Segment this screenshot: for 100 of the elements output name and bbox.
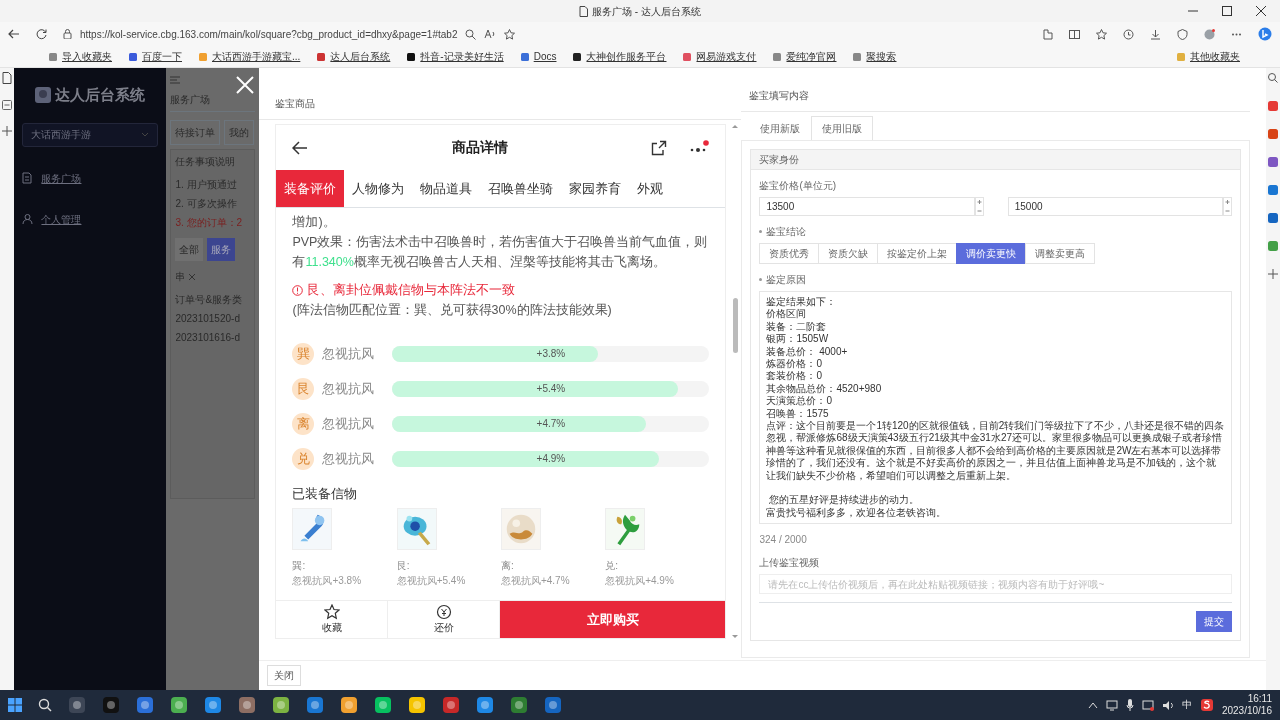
tab[interactable]: 使用新版 — [749, 116, 812, 141]
bookmark-link[interactable]: 聚搜索 — [852, 49, 897, 64]
share-icon[interactable] — [651, 139, 668, 156]
network-icon[interactable] — [1105, 699, 1118, 711]
tab[interactable]: 家园养育 — [561, 170, 630, 207]
app-icon[interactable] — [374, 696, 392, 714]
input-language[interactable]: 中 — [1181, 699, 1192, 711]
tab-icon[interactable] — [2, 100, 13, 110]
download-icon[interactable] — [1150, 28, 1161, 40]
option-button[interactable]: 资质欠缺 — [818, 243, 879, 264]
reason-field[interactable] — [759, 291, 1232, 525]
app-icon[interactable] — [272, 696, 290, 714]
app-icon[interactable] — [476, 696, 494, 714]
bookmark-icon — [1176, 51, 1186, 62]
app-icon[interactable] — [136, 696, 154, 714]
document-icon — [22, 172, 34, 184]
reason-line: 银两：1505W — [766, 333, 830, 346]
submit-button[interactable]: 提交 — [1196, 611, 1232, 633]
app-icon[interactable] — [170, 696, 188, 714]
app-icon[interactable] — [442, 696, 460, 714]
refresh-icon[interactable] — [36, 28, 47, 40]
bookmark-link[interactable]: 抖音-记录美好生活 — [406, 49, 504, 64]
shield-icon[interactable] — [1177, 28, 1188, 40]
panel-title: 鉴宝商品 — [275, 97, 316, 111]
tab[interactable]: 物品道具 — [412, 170, 481, 207]
history-icon[interactable] — [1123, 28, 1134, 40]
tab[interactable]: 人物修为 — [344, 170, 413, 207]
bookmark-link[interactable]: 大话西游手游藏宝... — [198, 49, 301, 64]
filter-button[interactable]: 服务 — [207, 238, 236, 261]
search-icon[interactable] — [1267, 72, 1279, 84]
maximize-icon[interactable] — [1222, 6, 1232, 16]
plus-icon[interactable] — [1267, 268, 1279, 280]
option-button[interactable]: 调整卖更高 — [1025, 243, 1096, 264]
extensions-icon[interactable] — [1042, 28, 1053, 40]
input-method-icon[interactable] — [1199, 698, 1214, 712]
action-button[interactable]: 收藏 — [276, 601, 389, 638]
option-button[interactable]: 资质优秀 — [759, 243, 820, 264]
star-icon[interactable] — [504, 28, 516, 40]
option-button[interactable]: 按鉴定价上架 — [877, 243, 958, 264]
back-arrow-icon[interactable] — [292, 140, 309, 155]
search-icon[interactable] — [38, 698, 52, 712]
nav-item[interactable]: 服务广场 — [22, 162, 159, 194]
bookmark-link[interactable]: 导入收藏夹 — [48, 49, 112, 64]
price-field[interactable]: 15000 — [1007, 197, 1223, 216]
logo-icon — [35, 87, 52, 104]
tab[interactable]: 外观 — [629, 170, 672, 207]
app-icon[interactable] — [340, 696, 358, 714]
character-counter: 324 / 2000 — [759, 533, 808, 548]
game-select[interactable]: 大话西游手游 — [22, 122, 159, 147]
microphone-icon[interactable] — [1125, 699, 1134, 711]
favorites-icon[interactable] — [1096, 28, 1107, 40]
option-button[interactable]: 调价卖更快 — [956, 243, 1027, 264]
close-icon[interactable] — [1256, 6, 1266, 16]
app-icon[interactable] — [204, 696, 222, 714]
volume-icon[interactable] — [1161, 699, 1174, 711]
app-icon[interactable] — [408, 696, 426, 714]
clock[interactable]: 16:11 2023/10/16 — [1221, 693, 1272, 717]
price-field[interactable]: 13500 — [759, 197, 975, 216]
app-icon[interactable] — [306, 696, 324, 714]
bookmark-link[interactable]: 大神创作服务平台 — [572, 49, 667, 64]
page-icon[interactable] — [2, 72, 13, 84]
bookmark-link[interactable]: 百度一下 — [128, 49, 182, 64]
field-label: 鉴宝结论 — [766, 225, 807, 239]
close-button[interactable]: 关闭 — [267, 665, 302, 686]
buy-button[interactable]: 立即购买 — [500, 601, 726, 638]
bookmark-link[interactable]: 网易游戏支付 — [682, 49, 757, 64]
tab[interactable]: 装备评价 — [276, 170, 345, 207]
profile-avatar-icon[interactable] — [1204, 28, 1215, 40]
app-icon[interactable] — [238, 696, 256, 714]
chevron-up-icon[interactable] — [1087, 701, 1098, 709]
zoom-icon[interactable] — [465, 28, 477, 40]
lock-icon — [63, 29, 72, 39]
reason-line: 富贵找号福利多多，欢迎各位老铁咨询。 — [766, 506, 948, 520]
bookmark-link[interactable]: 达人后台系统 — [316, 49, 391, 64]
split-screen-icon[interactable] — [1069, 28, 1080, 40]
bonus-name: 忽视抗风 — [322, 380, 376, 398]
relic-effect: 忽视抗风+5.4% — [396, 574, 467, 588]
table-cell-text: 2023101520-d — [175, 312, 241, 326]
field-label: 鉴定原因 — [766, 273, 807, 287]
relic-position: 艮: — [396, 559, 411, 573]
bookmark-link[interactable]: 其他收藏夹 — [1176, 49, 1240, 64]
tab[interactable]: 使用旧版 — [811, 116, 874, 141]
copilot-icon[interactable] — [1258, 27, 1272, 41]
bonus-value: +3.8% — [535, 346, 567, 361]
app-icon[interactable] — [544, 696, 562, 714]
caret-icon — [141, 131, 150, 138]
plus-icon[interactable] — [2, 126, 13, 136]
bookmark-link[interactable]: 爱纯净官网 — [772, 49, 837, 64]
relic-effect: 忽视抗风+4.9% — [605, 574, 675, 588]
app-icon[interactable] — [510, 696, 528, 714]
nav-item[interactable]: 个人管理 — [22, 203, 159, 235]
scroll-down-icon — [732, 635, 739, 639]
display-icon[interactable] — [1141, 699, 1154, 711]
bookmark-link[interactable]: Docs — [519, 49, 557, 64]
tab[interactable]: 召唤兽坐骑 — [480, 170, 562, 207]
bonus-value: +5.4% — [535, 381, 567, 396]
back-icon[interactable] — [8, 29, 20, 39]
section-header: 买家身份 — [759, 153, 800, 167]
read-aloud-icon[interactable] — [484, 29, 497, 39]
table-cell-text: 2023101616-d — [175, 331, 241, 345]
